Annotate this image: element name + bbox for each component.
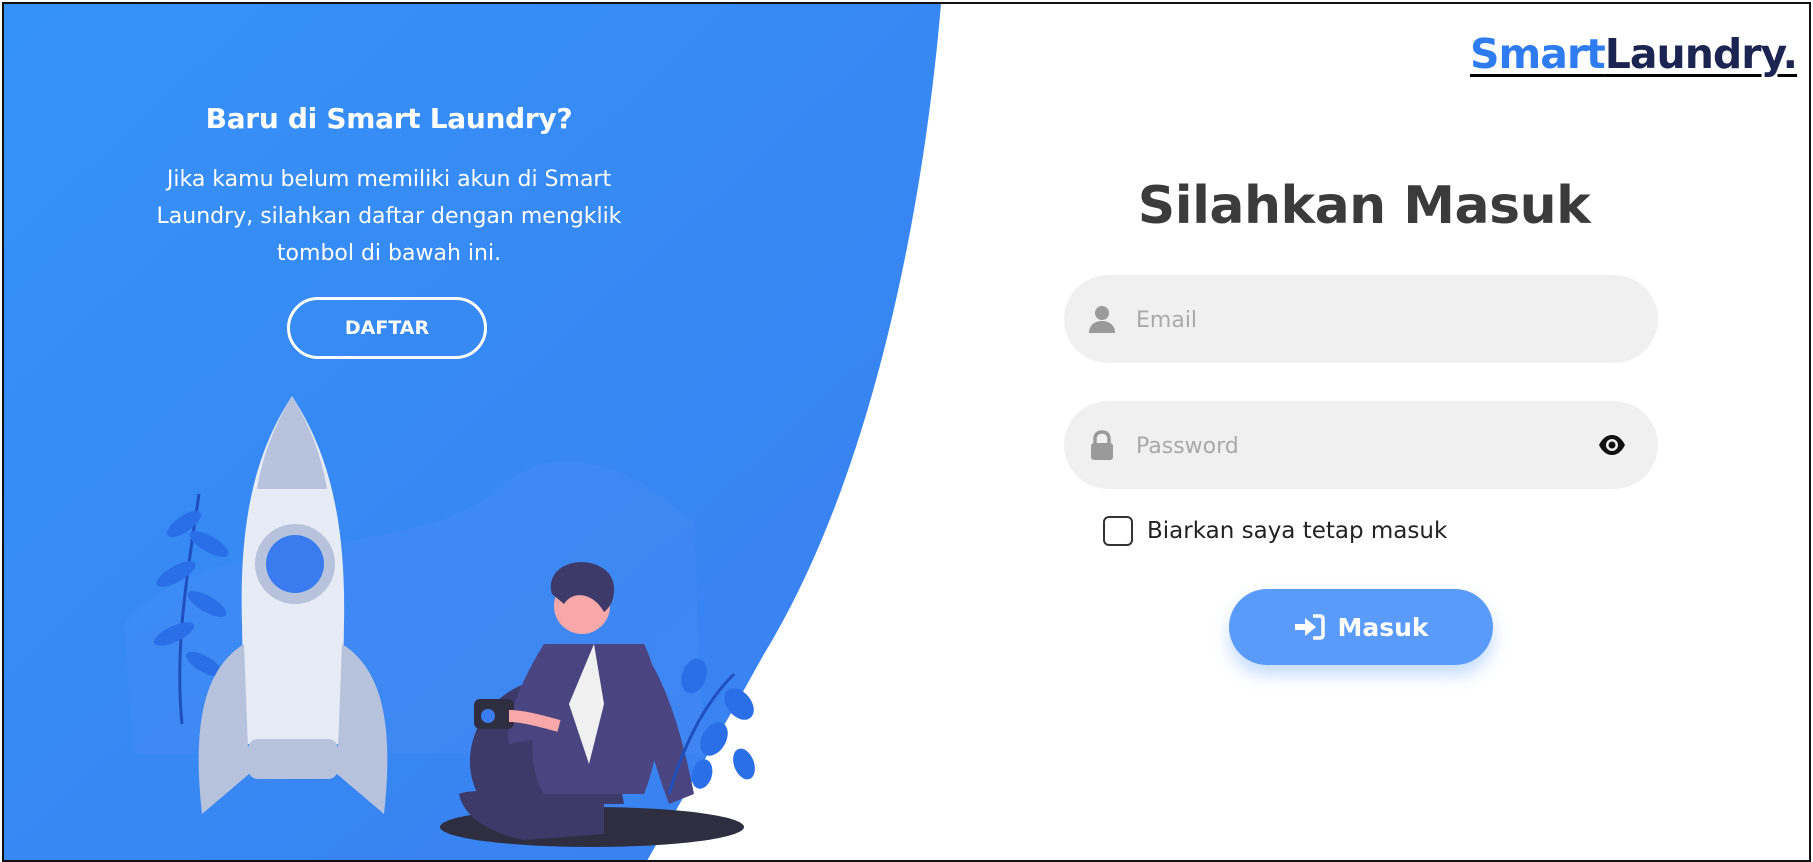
sign-in-icon	[1295, 614, 1326, 640]
login-button-label: Masuk	[1337, 612, 1429, 642]
password-field[interactable]	[1064, 401, 1658, 491]
email-field[interactable]	[1064, 275, 1658, 365]
rocket-icon	[198, 396, 388, 814]
email-input[interactable]	[1134, 275, 1578, 365]
user-icon	[1089, 306, 1115, 333]
brand-logo-part1: Smart	[1470, 30, 1606, 78]
lock-icon	[1091, 430, 1113, 460]
eye-icon[interactable]	[1598, 432, 1626, 458]
remember-me-checkbox[interactable]	[1103, 516, 1133, 546]
brand-logo[interactable]: SmartLaundry.	[1470, 30, 1798, 78]
login-title: Silahkan Masuk	[1137, 176, 1591, 236]
login-button[interactable]: Masuk	[1229, 589, 1493, 665]
password-input[interactable]	[1134, 401, 1578, 491]
login-page: Baru di Smart Laundry? Jika kamu belum m…	[2, 2, 1811, 862]
remember-me: Biarkan saya tetap masuk	[1103, 516, 1447, 546]
remember-me-label[interactable]: Biarkan saya tetap masuk	[1147, 518, 1447, 544]
person-icon	[459, 562, 694, 840]
brand-logo-part2: Laundry.	[1604, 30, 1798, 78]
